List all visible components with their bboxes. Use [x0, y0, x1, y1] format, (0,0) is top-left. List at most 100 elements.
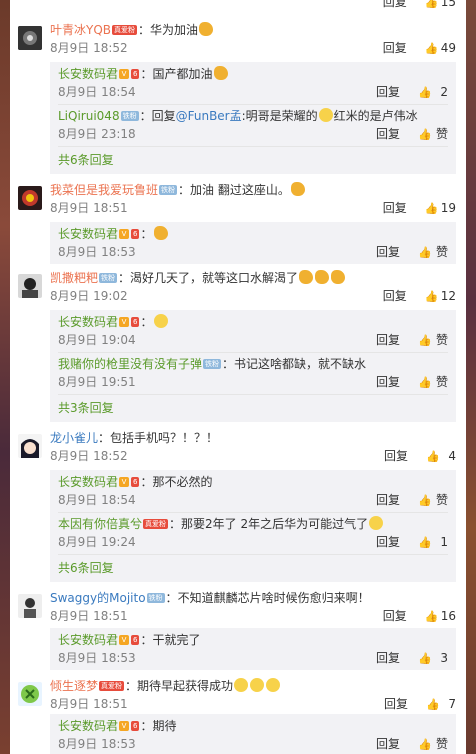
username[interactable]: 凯撒粑粑	[50, 271, 98, 285]
reply-button[interactable]: 回复	[376, 375, 400, 389]
like-count[interactable]: 赞	[434, 736, 448, 752]
rank-badge-icon: 6	[131, 229, 140, 239]
avatar[interactable]	[18, 434, 42, 458]
like-count[interactable]: 16	[441, 608, 456, 624]
avatar[interactable]	[18, 186, 42, 210]
avatar[interactable]	[18, 594, 42, 618]
reply-time: 8月9日 18:53	[58, 245, 136, 259]
background-left	[0, 0, 10, 754]
thumbs-up-icon[interactable]: 👍	[425, 41, 439, 57]
thumbs-up-icon[interactable]: 👍	[425, 201, 439, 217]
reply-button[interactable]: 回复	[383, 201, 407, 215]
like-count[interactable]: 4	[442, 448, 456, 464]
like-count[interactable]: 19	[441, 200, 456, 216]
like-count[interactable]: 赞	[434, 374, 448, 390]
like-count[interactable]: 15	[441, 0, 456, 10]
thumbs-up-icon[interactable]: 👍	[418, 245, 432, 261]
reply-button[interactable]: 回复	[376, 85, 400, 99]
reply-box: 长安数码君 V 6 ：国产都加油 8月9日 18:54 回复 👍 2 LiQirui048…	[50, 62, 456, 174]
thumbs-up-icon[interactable]: 👍	[426, 697, 440, 713]
like-count[interactable]: 7	[442, 696, 456, 712]
avatar[interactable]	[18, 26, 42, 50]
more-replies-link[interactable]: 共6条回复	[58, 560, 114, 576]
username[interactable]: LiQirui048	[58, 109, 120, 123]
like-count[interactable]: 2	[434, 84, 448, 100]
username[interactable]: 叶青冰YQB	[50, 23, 111, 37]
reply-button[interactable]: 回复	[383, 41, 407, 55]
fan-badge: 铁粉	[99, 273, 118, 283]
username[interactable]: 长安数码君	[58, 67, 118, 81]
comment-text: 包括手机吗？！？！	[110, 431, 219, 445]
like-count[interactable]: 赞	[434, 332, 448, 348]
username[interactable]: 长安数码君	[58, 633, 118, 647]
thumbs-up-icon[interactable]: 👍	[418, 127, 432, 143]
like-count[interactable]: 赞	[434, 126, 448, 142]
username[interactable]: 倾生逐梦	[50, 679, 98, 693]
reply-line: 长安数码君 V 6 ：国产都加油	[58, 66, 229, 82]
username[interactable]: 我赌你的枪里没有没有子弹	[58, 357, 202, 371]
like-count[interactable]: 3	[434, 650, 448, 666]
comment-time: 8月9日 19:02	[50, 289, 128, 303]
username[interactable]: Swaggy的Mojito	[50, 591, 146, 605]
reply-button[interactable]: 回复	[376, 127, 400, 141]
avatar[interactable]	[18, 682, 42, 706]
like-count[interactable]: 1	[434, 534, 448, 550]
reply-button[interactable]: 回复	[384, 449, 408, 463]
username[interactable]: 长安数码君	[58, 227, 118, 241]
reply-button[interactable]: 回复	[384, 697, 408, 711]
comment-line: Swaggy的Mojito 铁粉 ：不知道麒麟芯片啥时候伤愈归来啊！	[50, 591, 370, 605]
thumbs-up-icon[interactable]: 👍	[418, 493, 432, 509]
reply-button[interactable]: 回复	[376, 333, 400, 347]
comment-time: 8月9日 18:52	[50, 41, 128, 55]
reply-text: :明哥是荣耀的	[241, 109, 318, 123]
username[interactable]: 龙小雀儿	[50, 431, 98, 445]
more-replies-link[interactable]: 共3条回复	[58, 400, 114, 416]
reply-button[interactable]: 回复	[383, 609, 407, 623]
reply-button[interactable]: 回复	[376, 535, 400, 549]
reply-button[interactable]: 回复	[383, 0, 407, 9]
reply-line: 长安数码君 V 6 ：那不必然的	[58, 475, 213, 489]
comment-line: 倾生逐梦 真爱粉 ：期待早起获得成功	[50, 678, 281, 694]
like-count[interactable]: 12	[441, 288, 456, 304]
thumbs-up-icon[interactable]: 👍	[418, 737, 432, 753]
reply-line: 本因有你倍真兮 真爱粉 ：那要2年了 2年之后华为可能过气了	[58, 516, 384, 532]
thumbs-up-icon[interactable]: 👍	[425, 289, 439, 305]
like-count[interactable]: 赞	[434, 244, 448, 260]
comment-text: 期待早起获得成功	[137, 679, 234, 693]
thumbs-up-icon[interactable]: 👍	[418, 85, 432, 101]
reply-time: 8月9日 19:24	[58, 535, 136, 549]
avatar-image	[18, 682, 42, 706]
like-count[interactable]: 赞	[434, 492, 448, 508]
reply-button[interactable]: 回复	[383, 289, 407, 303]
username[interactable]: 长安数码君	[58, 475, 118, 489]
thumbs-up-icon[interactable]: 👍	[426, 449, 440, 465]
comment-actions: 回复 👍 16	[383, 608, 456, 625]
reply-button[interactable]: 回复	[376, 245, 400, 259]
comment-line: 凯撒粑粑 铁粉 ：渴好几天了，就等这口水解渴了	[50, 270, 346, 286]
thumbs-up-icon[interactable]: 👍	[418, 333, 432, 349]
thumbs-up-icon[interactable]: 👍	[418, 535, 432, 551]
mention-link[interactable]: @FunBer孟	[176, 109, 242, 123]
avatar-image	[18, 434, 42, 458]
reply-actions: 回复 👍 2	[376, 84, 448, 101]
reply-button[interactable]: 回复	[376, 651, 400, 665]
thumbs-up-icon[interactable]: 👍	[418, 651, 432, 667]
thumbs-up-icon[interactable]: 👍	[418, 375, 432, 391]
reply-button[interactable]: 回复	[376, 737, 400, 751]
reply-button[interactable]: 回复	[376, 493, 400, 507]
username[interactable]: 长安数码君	[58, 315, 118, 329]
avatar[interactable]	[18, 274, 42, 298]
thumbs-up-icon[interactable]: 👍	[425, 609, 439, 625]
username[interactable]: 本因有你倍真兮	[58, 517, 142, 531]
username[interactable]: 我菜但是我爱玩鲁班	[50, 183, 158, 197]
divider	[58, 146, 448, 147]
fan-badge: 铁粉	[159, 185, 178, 195]
username[interactable]: 长安数码君	[58, 719, 118, 733]
reply-box: 长安数码君 V 6 ：干就完了 8月9日 18:53 回复 👍 3	[50, 628, 456, 670]
divider	[58, 554, 448, 555]
more-replies-link[interactable]: 共6条回复	[58, 152, 114, 168]
like-count[interactable]: 49	[441, 40, 456, 56]
muscle-emoji-icon	[199, 22, 214, 36]
avatar-image	[18, 186, 42, 210]
thumbs-up-icon[interactable]: 👍	[425, 0, 439, 11]
